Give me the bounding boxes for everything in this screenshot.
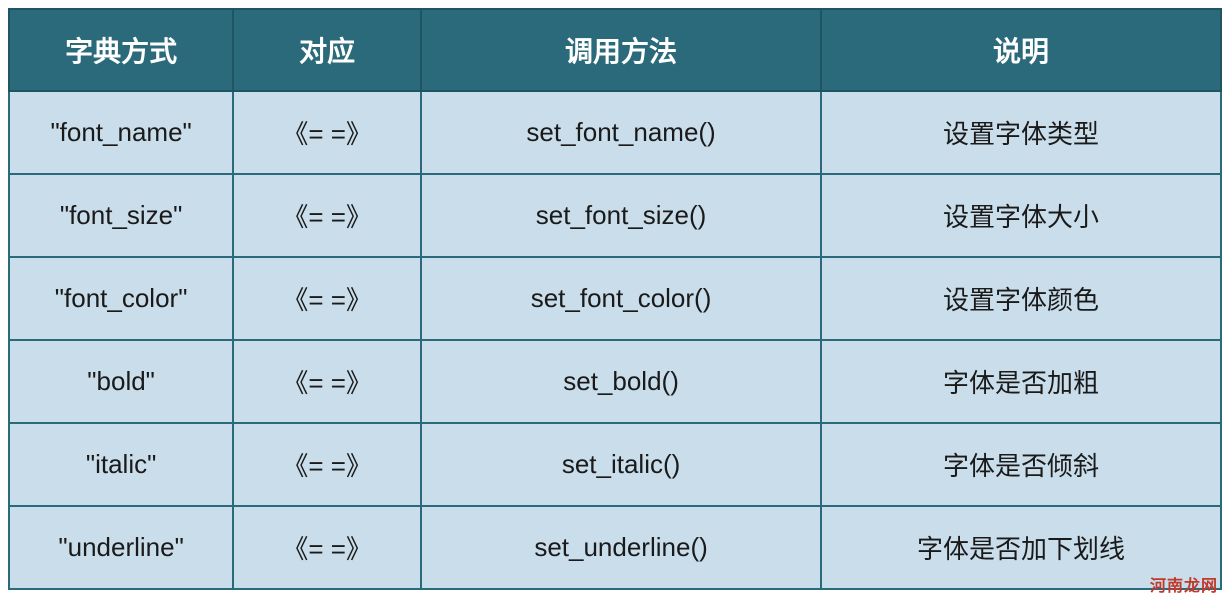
cell-desc: 设置字体大小 (821, 174, 1221, 257)
cell-corr: 《= =》 (233, 340, 421, 423)
cell-method: set_underline() (421, 506, 821, 589)
table-header-row: 字典方式 对应 调用方法 说明 (9, 9, 1221, 91)
cell-method: set_bold() (421, 340, 821, 423)
cell-dict: "bold" (9, 340, 233, 423)
header-method: 调用方法 (421, 9, 821, 91)
cell-corr: 《= =》 (233, 423, 421, 506)
table-row: "font_color" 《= =》 set_font_color() 设置字体… (9, 257, 1221, 340)
cell-dict: "font_name" (9, 91, 233, 174)
table-row: "underline" 《= =》 set_underline() 字体是否加下… (9, 506, 1221, 589)
cell-corr: 《= =》 (233, 506, 421, 589)
table-row: "italic" 《= =》 set_italic() 字体是否倾斜 (9, 423, 1221, 506)
cell-corr: 《= =》 (233, 91, 421, 174)
cell-method: set_font_color() (421, 257, 821, 340)
cell-corr: 《= =》 (233, 174, 421, 257)
reference-table-container: 字典方式 对应 调用方法 说明 "font_name" 《= =》 set_fo… (8, 8, 1222, 590)
cell-method: set_italic() (421, 423, 821, 506)
cell-desc: 设置字体颜色 (821, 257, 1221, 340)
cell-corr: 《= =》 (233, 257, 421, 340)
cell-dict: "underline" (9, 506, 233, 589)
header-corr: 对应 (233, 9, 421, 91)
cell-desc: 字体是否加粗 (821, 340, 1221, 423)
table-row: "font_size" 《= =》 set_font_size() 设置字体大小 (9, 174, 1221, 257)
cell-dict: "font_color" (9, 257, 233, 340)
cell-desc: 字体是否倾斜 (821, 423, 1221, 506)
cell-dict: "italic" (9, 423, 233, 506)
cell-desc: 设置字体类型 (821, 91, 1221, 174)
reference-table: 字典方式 对应 调用方法 说明 "font_name" 《= =》 set_fo… (8, 8, 1222, 590)
watermark-text: 河南龙网 (1150, 572, 1218, 596)
cell-method: set_font_name() (421, 91, 821, 174)
header-dict: 字典方式 (9, 9, 233, 91)
table-row: "bold" 《= =》 set_bold() 字体是否加粗 (9, 340, 1221, 423)
header-desc: 说明 (821, 9, 1221, 91)
table-row: "font_name" 《= =》 set_font_name() 设置字体类型 (9, 91, 1221, 174)
cell-dict: "font_size" (9, 174, 233, 257)
cell-method: set_font_size() (421, 174, 821, 257)
